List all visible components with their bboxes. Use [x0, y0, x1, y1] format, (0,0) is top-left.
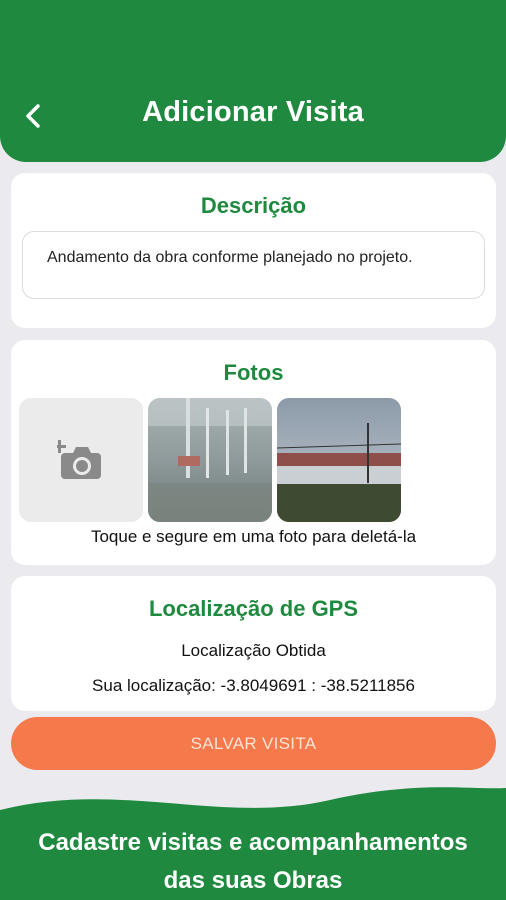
gps-card: Localização de GPS Localização Obtida Su… — [11, 576, 496, 711]
description-field[interactable]: Andamento da obra conforme planejado no … — [22, 231, 485, 299]
promo-footer: Cadastre visitas e acompanhamentos das s… — [0, 780, 506, 900]
gps-title: Localização de GPS — [148, 596, 359, 621]
gps-status: Localização Obtida — [181, 641, 326, 660]
photo-gallery — [19, 398, 401, 522]
promo-line-2: das suas Obras — [163, 867, 343, 894]
photos-card: Fotos Toque e segure em uma foto para de… — [11, 340, 496, 565]
add-photo-button[interactable] — [19, 398, 143, 522]
photo-thumbnail[interactable] — [277, 398, 401, 522]
add-camera-icon — [57, 440, 101, 479]
description-card: Descrição Andamento da obra conforme pla… — [11, 173, 496, 328]
photo-thumbnail[interactable] — [148, 398, 272, 522]
description-title: Descrição — [200, 193, 307, 218]
app-header: Adicionar Visita — [0, 0, 506, 162]
save-visit-button[interactable]: SALVAR VISITA — [11, 717, 496, 770]
photo-hint-text: Toque e segure em uma foto para deletá-l… — [90, 527, 417, 546]
photos-title: Fotos — [223, 360, 284, 385]
page-title: Adicionar Visita — [142, 96, 364, 128]
promo-text: Cadastre visitas e acompanhamentos das s… — [0, 824, 506, 900]
gps-coordinates: Sua localização: -3.8049691 : -38.521185… — [92, 676, 415, 695]
promo-line-1: Cadastre visitas e acompanhamentos — [38, 829, 468, 856]
